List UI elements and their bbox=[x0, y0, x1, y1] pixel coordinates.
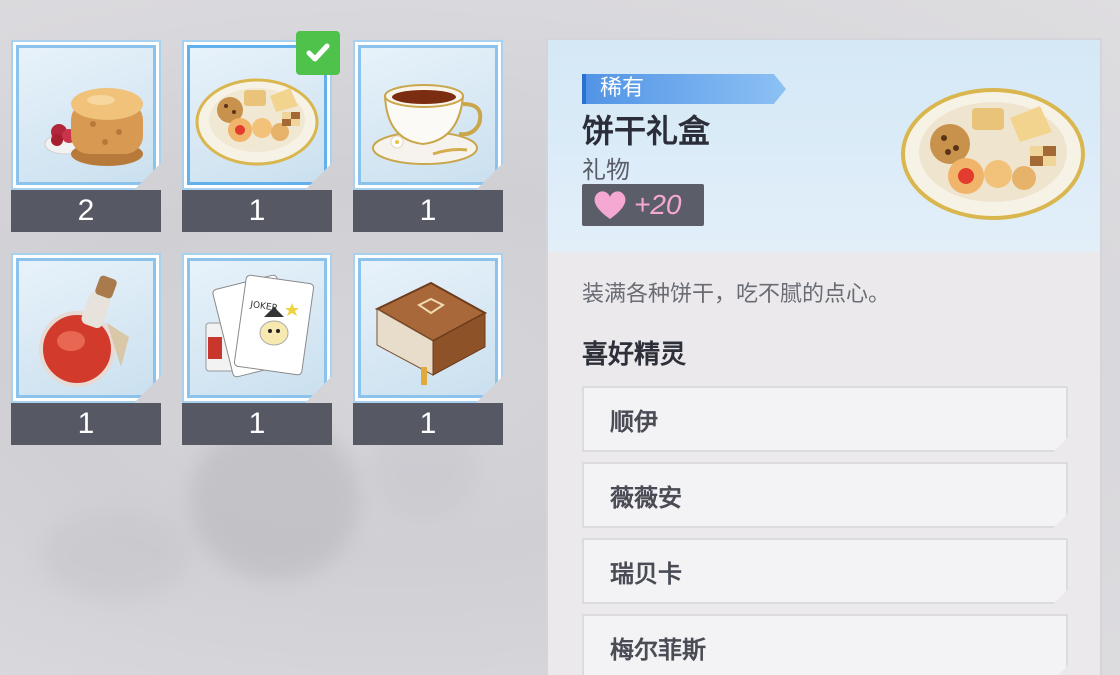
liked-sprite-item[interactable]: 梅尔菲斯 bbox=[582, 614, 1068, 675]
leather-book-icon bbox=[374, 281, 488, 385]
selected-check-badge bbox=[296, 31, 340, 75]
item-count: 1 bbox=[11, 403, 161, 445]
item-title: 饼干礼盒 bbox=[582, 112, 711, 150]
cookie-plate-icon bbox=[901, 88, 1085, 220]
item-count: 1 bbox=[182, 403, 332, 445]
potion-bottle-icon bbox=[39, 275, 129, 387]
inventory-slot-scone[interactable]: 2 bbox=[11, 40, 161, 232]
item-detail-panel: 稀有 饼干礼盒 礼物 +20 装满各种饼干，吃不腻的点心。 喜好精灵 顺伊 薇薇… bbox=[546, 38, 1102, 675]
inventory-slot-book[interactable]: 1 bbox=[353, 253, 503, 445]
item-count: 1 bbox=[182, 190, 332, 232]
item-description: 装满各种饼干，吃不腻的点心。 bbox=[582, 282, 891, 307]
inventory-slot-joker-cards[interactable]: JOKER 1 bbox=[182, 253, 332, 445]
item-count: 1 bbox=[353, 403, 503, 445]
item-count: 1 bbox=[353, 190, 503, 232]
liked-sprites-heading: 喜好精灵 bbox=[582, 340, 687, 370]
joker-cards-icon: JOKER bbox=[205, 274, 315, 378]
teacup-icon bbox=[372, 84, 483, 165]
background-blur-shape bbox=[40, 510, 190, 600]
liked-sprite-item[interactable]: 瑞贝卡 bbox=[582, 538, 1068, 604]
item-category: 礼物 bbox=[582, 156, 630, 184]
scone-icon bbox=[44, 88, 143, 166]
detail-header: 稀有 饼干礼盒 礼物 +20 bbox=[548, 40, 1100, 252]
inventory-slot-teacup[interactable]: 1 bbox=[353, 40, 503, 232]
affection-value: +20 bbox=[634, 189, 682, 220]
heart-icon bbox=[594, 191, 626, 219]
checkmark-icon bbox=[306, 43, 330, 62]
item-count: 2 bbox=[11, 190, 161, 232]
inventory-slot-potion[interactable]: 1 bbox=[11, 253, 161, 445]
affection-bonus-badge: +20 bbox=[582, 184, 704, 226]
rarity-tag: 稀有 bbox=[582, 74, 786, 104]
liked-sprite-item[interactable]: 顺伊 bbox=[582, 386, 1068, 452]
liked-sprite-item[interactable]: 薇薇安 bbox=[582, 462, 1068, 528]
